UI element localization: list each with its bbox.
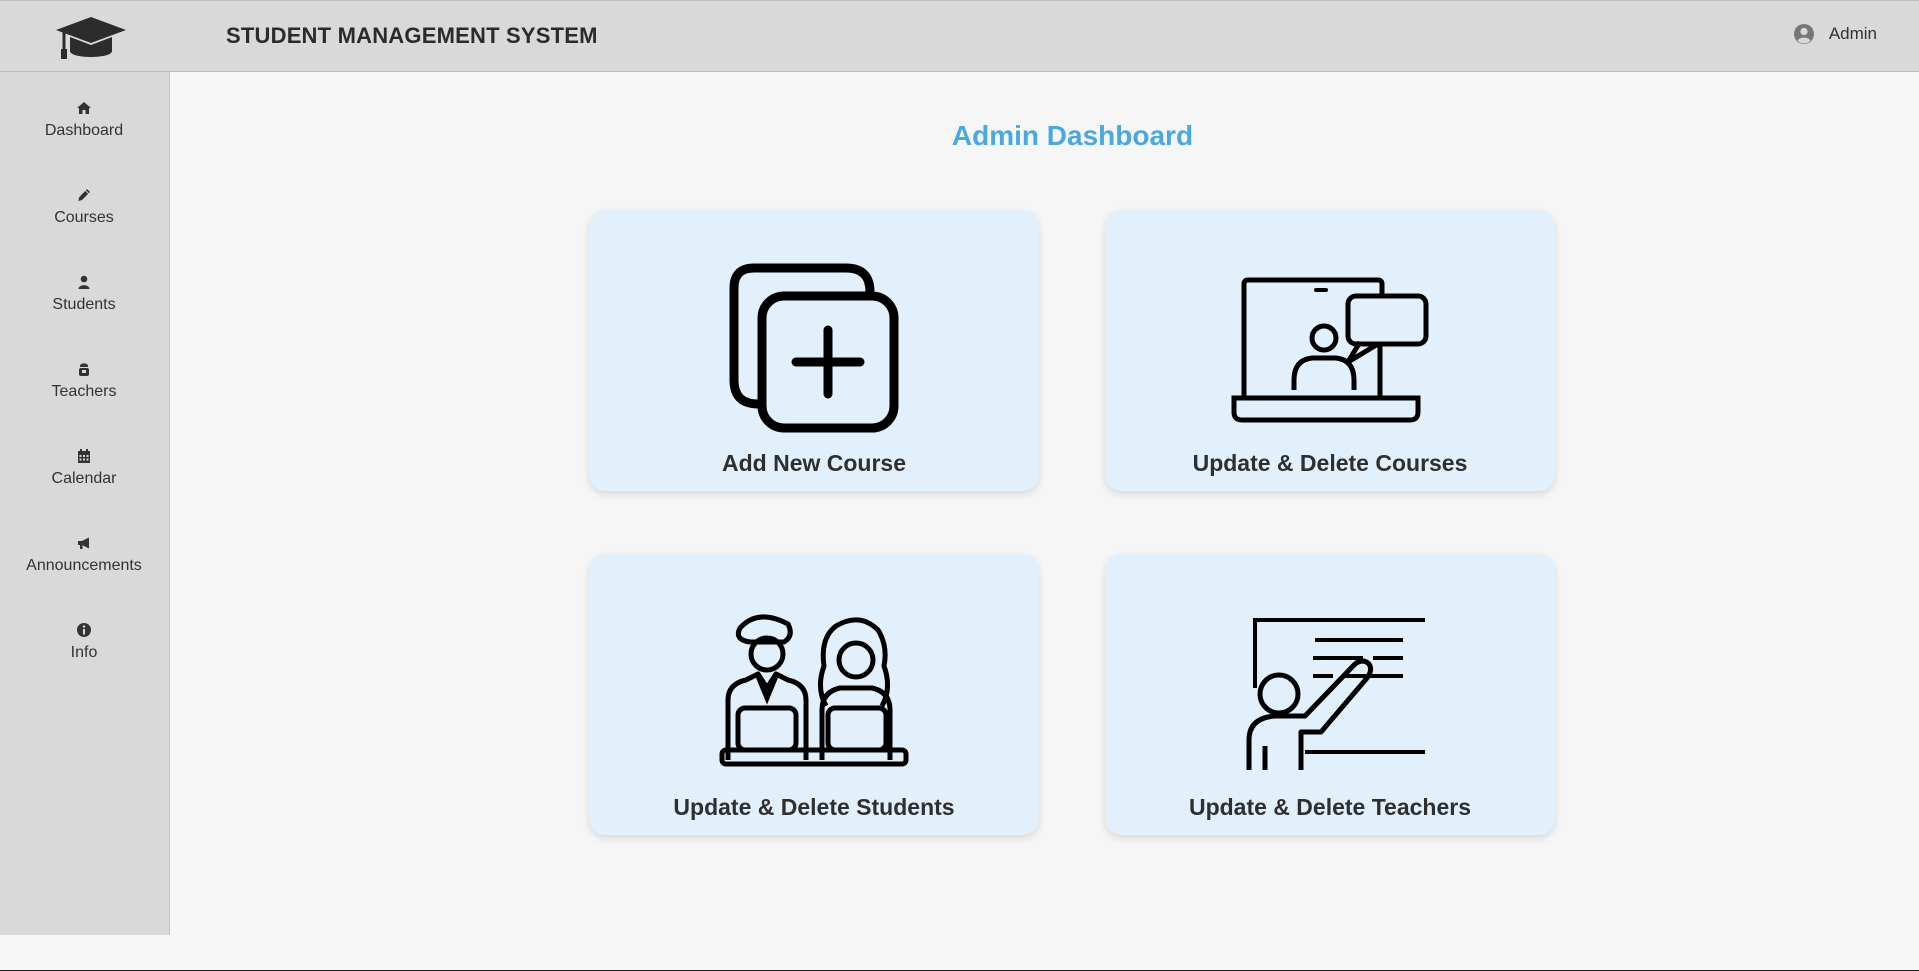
add-course-icon — [729, 263, 899, 433]
sidebar-item-label: Courses — [54, 209, 114, 226]
sidebar-item-calendar[interactable]: Calendar — [0, 430, 168, 500]
add-new-course-card[interactable]: Add New Course — [589, 210, 1039, 491]
pencil-icon — [78, 189, 90, 201]
update-delete-courses-card[interactable]: Update & Delete Courses — [1105, 210, 1555, 491]
students-icon — [719, 614, 909, 767]
megaphone-icon — [78, 537, 89, 549]
home-icon — [77, 102, 91, 114]
sidebar-item-announcements[interactable]: Announcements — [0, 517, 168, 587]
main-content: Admin Dashboard Add New Course Update & … — [170, 72, 1919, 935]
bottom-strip — [0, 935, 1919, 971]
card-label: Add New Course — [721, 450, 907, 476]
sidebar-item-students[interactable]: Students — [0, 256, 168, 326]
teacher-whiteboard-icon — [1246, 618, 1425, 770]
calendar-icon — [78, 449, 90, 463]
page-title: Admin Dashboard — [951, 120, 1194, 151]
sidebar-item-label: Announcements — [26, 557, 142, 574]
card-label: Update & Delete Students — [673, 794, 955, 820]
sidebar-item-courses[interactable]: Courses — [0, 169, 168, 239]
sidebar-item-dashboard[interactable]: Dashboard — [0, 82, 168, 152]
sidebar-item-label: Calendar — [51, 470, 117, 487]
teacher-icon — [79, 363, 89, 376]
sidebar-item-label: Teachers — [51, 383, 117, 400]
sidebar-item-label: Dashboard — [44, 122, 124, 139]
graduation-cap-icon[interactable] — [54, 13, 128, 63]
sidebar: Dashboard Courses Students Teachers Cale… — [0, 72, 170, 935]
update-delete-teachers-card[interactable]: Update & Delete Teachers — [1105, 554, 1555, 835]
sidebar-item-info[interactable]: Info — [0, 604, 168, 674]
app-title: STUDENT MANAGEMENT SYSTEM — [226, 23, 598, 48]
user-circle-icon — [1793, 24, 1814, 44]
user-icon — [78, 275, 90, 289]
user-menu[interactable]: Admin — [1793, 23, 1877, 45]
sidebar-item-teachers[interactable]: Teachers — [0, 343, 168, 413]
laptop-lecture-icon — [1231, 277, 1429, 423]
sidebar-item-label: Students — [52, 296, 116, 313]
update-delete-students-card[interactable]: Update & Delete Students — [589, 554, 1039, 835]
card-label: Update & Delete Courses — [1192, 450, 1468, 476]
user-name: Admin — [1828, 24, 1877, 43]
sidebar-item-label: Info — [70, 644, 98, 661]
info-icon — [77, 623, 91, 637]
top-bar: STUDENT MANAGEMENT SYSTEM Admin — [0, 0, 1919, 72]
card-label: Update & Delete Teachers — [1188, 794, 1472, 820]
